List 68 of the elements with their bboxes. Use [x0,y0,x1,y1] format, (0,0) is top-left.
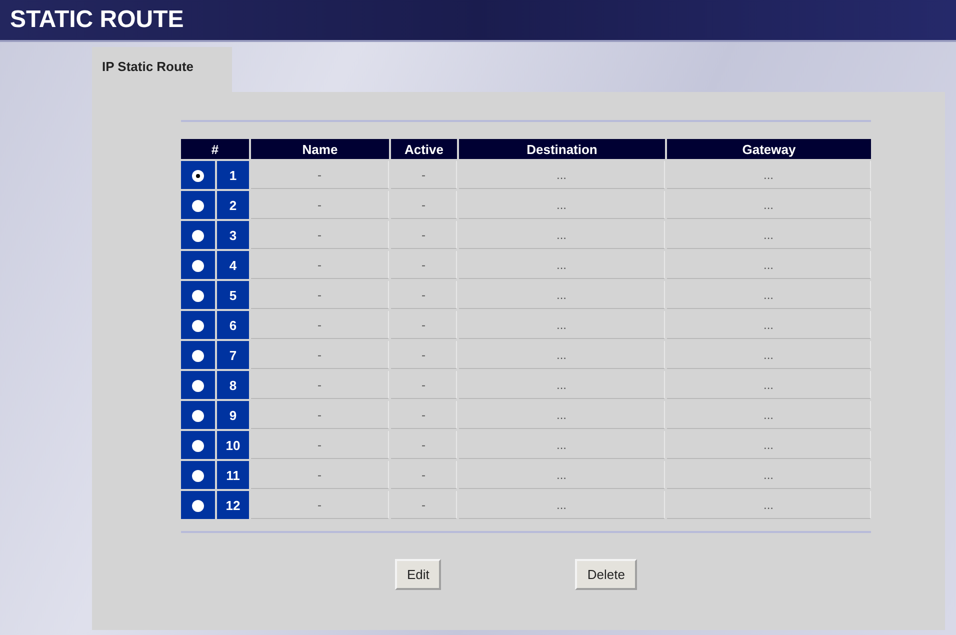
table-cell: ... [459,311,665,339]
table-cell: ... [459,491,665,519]
table-cell: - [251,311,389,339]
table-cell: - [391,161,457,189]
table-cell: ... [459,431,665,459]
table-cell: - [251,191,389,219]
table-cell: ... [667,401,871,429]
table-cell: - [251,461,389,489]
table-cell: ... [459,221,665,249]
table-cell: - [391,371,457,399]
table-cell: - [251,491,389,519]
table-cell: - [391,251,457,279]
table-cell: ... [667,221,871,249]
row-number: 2 [217,191,249,219]
page-title: STATIC ROUTE [10,6,184,34]
table-cell: ... [667,311,871,339]
table-cell: - [251,371,389,399]
table-cell: - [391,401,457,429]
table-cell: - [391,461,457,489]
table-cell: ... [667,251,871,279]
table-cell: ... [667,191,871,219]
column-header: Name [251,139,389,159]
column-header: # [181,139,249,159]
column-header: Gateway [667,139,871,159]
row-number: 5 [217,281,249,309]
table-cell: - [251,431,389,459]
table-cell: ... [459,341,665,369]
table-cell: - [251,281,389,309]
table-cell: - [251,221,389,249]
column-header: Destination [459,139,665,159]
table-cell: ... [667,491,871,519]
row-number: 10 [217,431,249,459]
table-cell: - [391,191,457,219]
row-number: 9 [217,401,249,429]
table-cell: ... [459,401,665,429]
table-cell: ... [459,191,665,219]
table-cell: - [391,281,457,309]
table-cell: ... [667,461,871,489]
row-number: 4 [217,251,249,279]
row-number: 1 [217,161,249,189]
table-cell: - [251,401,389,429]
table-cell: ... [667,341,871,369]
row-number: 12 [217,491,249,519]
column-header: Active [391,139,457,159]
row-number: 8 [217,371,249,399]
row-number: 3 [217,221,249,249]
table-cell: ... [667,281,871,309]
table-cell: ... [667,371,871,399]
table-cell: ... [459,281,665,309]
row-number: 6 [217,311,249,339]
table-cell: - [391,431,457,459]
table-cell: - [251,251,389,279]
table-cell: - [251,161,389,189]
table-cell: ... [667,431,871,459]
table-cell: - [391,221,457,249]
row-number: 11 [217,461,249,489]
table-cell: ... [459,251,665,279]
delete-button[interactable]: Delete [575,559,637,590]
table-cell: - [251,341,389,369]
row-number: 7 [217,341,249,369]
table-cell: - [391,491,457,519]
table-cell: - [391,341,457,369]
table-cell: ... [459,461,665,489]
table-cell: ... [459,161,665,189]
table-cell: ... [667,161,871,189]
edit-button[interactable]: Edit [395,559,442,590]
table-cell: ... [459,371,665,399]
table-cell: - [391,311,457,339]
